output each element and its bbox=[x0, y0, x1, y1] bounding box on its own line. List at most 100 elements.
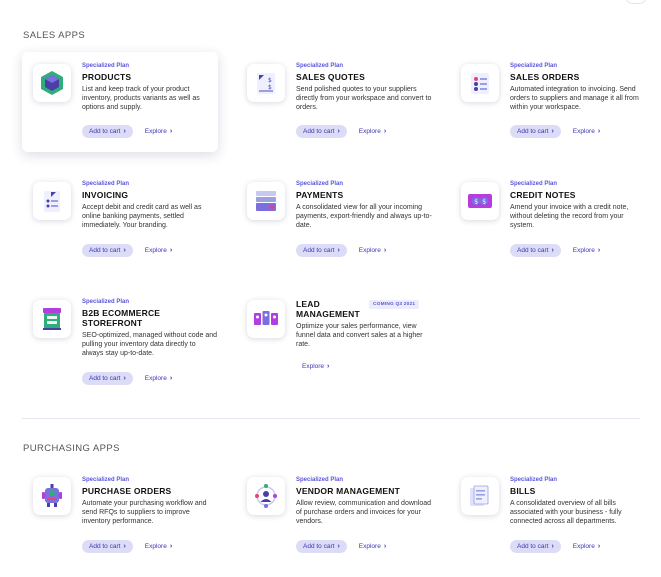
credit-note-icon: $ $ bbox=[461, 182, 499, 220]
app-card-bills[interactable]: Specialized Plan BILLS A consolidated ov… bbox=[450, 466, 646, 566]
storefront-icon bbox=[33, 300, 71, 338]
app-name: B2B ECOMMERCE STOREFRONT bbox=[82, 308, 161, 328]
section-title-sales: SALES APPS bbox=[23, 30, 86, 41]
chevron-right-icon: › bbox=[551, 247, 554, 254]
lead-cards-icon bbox=[247, 300, 285, 338]
plan-label: Specialized Plan bbox=[296, 181, 344, 187]
app-name: INVOICING bbox=[82, 190, 129, 200]
add-to-cart-button[interactable]: Add to cart › bbox=[296, 125, 347, 138]
chevron-right-icon: › bbox=[169, 247, 173, 254]
app-card-credit-notes[interactable]: $ $ Specialized Plan CREDIT NOTES Amend y… bbox=[450, 170, 646, 270]
explore-link[interactable]: Explore › bbox=[359, 247, 386, 254]
chevron-right-icon: › bbox=[383, 247, 387, 254]
app-description: A consolidated overview of all bills ass… bbox=[510, 500, 622, 525]
app-description: SEO-optimized, managed without code and … bbox=[82, 332, 218, 357]
plan-label: Specialized Plan bbox=[296, 63, 344, 69]
section-divider bbox=[22, 418, 640, 419]
explore-link[interactable]: Explore › bbox=[359, 543, 386, 550]
app-description: Optimize your sales performance, view fu… bbox=[296, 323, 423, 348]
svg-text:$: $ bbox=[482, 199, 486, 206]
app-card-vendor-management[interactable]: Specialized Plan VENDOR MANAGEMENT Allow… bbox=[236, 466, 432, 566]
plan-label: Specialized Plan bbox=[296, 477, 344, 483]
explore-link[interactable]: Explore › bbox=[359, 128, 386, 135]
chevron-right-icon: › bbox=[123, 543, 126, 550]
app-name: LEAD MANAGEMENT bbox=[296, 299, 360, 319]
add-to-cart-button[interactable]: Add to cart › bbox=[82, 244, 133, 257]
app-description: Automate your purchasing workflow and se… bbox=[82, 500, 207, 525]
coming-soon-badge: COMING Q3 2021 bbox=[369, 300, 420, 309]
add-to-cart-button[interactable]: Add to cart › bbox=[296, 244, 347, 257]
add-to-cart-button[interactable]: Add to cart › bbox=[510, 125, 561, 138]
add-to-cart-button[interactable]: Add to cart › bbox=[82, 540, 133, 553]
app-card-sales-quotes[interactable]: $ $ Specialized Plan SALES QUOTES Send po… bbox=[236, 52, 432, 152]
svg-text:$: $ bbox=[268, 77, 272, 84]
invoice-icon bbox=[33, 182, 71, 220]
add-to-cart-button[interactable]: Add to cart › bbox=[296, 540, 347, 553]
explore-link[interactable]: Explore › bbox=[145, 247, 172, 254]
chevron-right-icon: › bbox=[597, 128, 601, 135]
app-card-sales-orders[interactable]: Specialized Plan SALES ORDERS Automated … bbox=[450, 52, 646, 152]
app-card-products[interactable]: Specialized Plan PRODUCTS List and keep … bbox=[22, 52, 218, 152]
svg-text:$: $ bbox=[474, 199, 478, 206]
chevron-right-icon: › bbox=[169, 128, 173, 135]
app-description: Automated integration to invoicing. Send… bbox=[510, 86, 639, 111]
app-description: Amend your invoice with a credit note, w… bbox=[510, 204, 629, 229]
add-to-cart-button[interactable]: Add to cart › bbox=[82, 372, 133, 385]
section-title-purchasing: PURCHASING APPS bbox=[23, 443, 120, 454]
payment-stack-icon bbox=[247, 182, 285, 220]
chevron-right-icon: › bbox=[169, 543, 173, 550]
app-description: A consolidated view for all your incomin… bbox=[296, 204, 432, 229]
chevron-right-icon: › bbox=[337, 128, 340, 135]
plan-label: Specialized Plan bbox=[510, 63, 558, 69]
chevron-right-icon: › bbox=[551, 128, 554, 135]
top-corner-decoration bbox=[625, 0, 647, 4]
chevron-right-icon: › bbox=[169, 375, 173, 382]
add-to-cart-button[interactable]: Add to cart › bbox=[510, 540, 561, 553]
explore-link[interactable]: Explore › bbox=[573, 128, 600, 135]
app-card-lead-management[interactable]: LEAD MANAGEMENT Optimize your sales perf… bbox=[236, 288, 436, 398]
plan-label: Specialized Plan bbox=[82, 299, 130, 305]
app-name: SALES ORDERS bbox=[510, 72, 580, 82]
robot-icon bbox=[33, 477, 71, 515]
app-card-purchase-orders[interactable]: Specialized Plan PURCHASE ORDERS Automat… bbox=[22, 466, 218, 566]
chevron-right-icon: › bbox=[383, 128, 387, 135]
explore-link[interactable]: Explore › bbox=[573, 247, 600, 254]
chevron-right-icon: › bbox=[383, 543, 387, 550]
plan-label: Specialized Plan bbox=[510, 477, 558, 483]
app-card-invoicing[interactable]: Specialized Plan INVOICING Accept debit … bbox=[22, 170, 218, 270]
app-name: PURCHASE ORDERS bbox=[82, 486, 172, 496]
plan-label: Specialized Plan bbox=[82, 477, 130, 483]
plan-label: Specialized Plan bbox=[82, 63, 130, 69]
explore-link[interactable]: Explore › bbox=[145, 375, 172, 382]
app-description: Send polished quotes to your suppliers d… bbox=[296, 86, 432, 111]
app-name: VENDOR MANAGEMENT bbox=[296, 486, 400, 496]
add-to-cart-button[interactable]: Add to cart › bbox=[82, 125, 133, 138]
app-name: CREDIT NOTES bbox=[510, 190, 576, 200]
app-card-payments[interactable]: Specialized Plan PAYMENTS A consolidated… bbox=[236, 170, 432, 270]
explore-link[interactable]: Explore › bbox=[145, 543, 172, 550]
quote-document-icon: $ $ bbox=[247, 64, 285, 102]
app-card-b2b-ecommerce[interactable]: Specialized Plan B2B ECOMMERCE STOREFRON… bbox=[22, 288, 218, 398]
app-description: Allow review, communication and download… bbox=[296, 500, 432, 525]
add-to-cart-button[interactable]: Add to cart › bbox=[510, 244, 561, 257]
app-name: PRODUCTS bbox=[82, 72, 132, 82]
chevron-right-icon: › bbox=[327, 363, 330, 370]
app-description: List and keep track of your product inve… bbox=[82, 86, 200, 111]
plan-label: Specialized Plan bbox=[510, 181, 558, 187]
order-list-icon bbox=[461, 64, 499, 102]
app-name: BILLS bbox=[510, 486, 536, 496]
chevron-right-icon: › bbox=[337, 543, 340, 550]
bills-icon bbox=[461, 477, 499, 515]
app-name: PAYMENTS bbox=[296, 190, 344, 200]
chevron-right-icon: › bbox=[123, 375, 126, 382]
explore-link[interactable]: Explore › bbox=[573, 543, 600, 550]
explore-link[interactable]: Explore › bbox=[145, 128, 172, 135]
explore-link[interactable]: Explore › bbox=[302, 363, 329, 370]
chevron-right-icon: › bbox=[551, 543, 554, 550]
app-description: Accept debit and credit card as well as … bbox=[82, 204, 202, 229]
vendor-network-icon bbox=[247, 477, 285, 515]
chevron-right-icon: › bbox=[597, 247, 601, 254]
chevron-right-icon: › bbox=[123, 128, 126, 135]
plan-label: Specialized Plan bbox=[82, 181, 130, 187]
app-name: SALES QUOTES bbox=[296, 72, 365, 82]
